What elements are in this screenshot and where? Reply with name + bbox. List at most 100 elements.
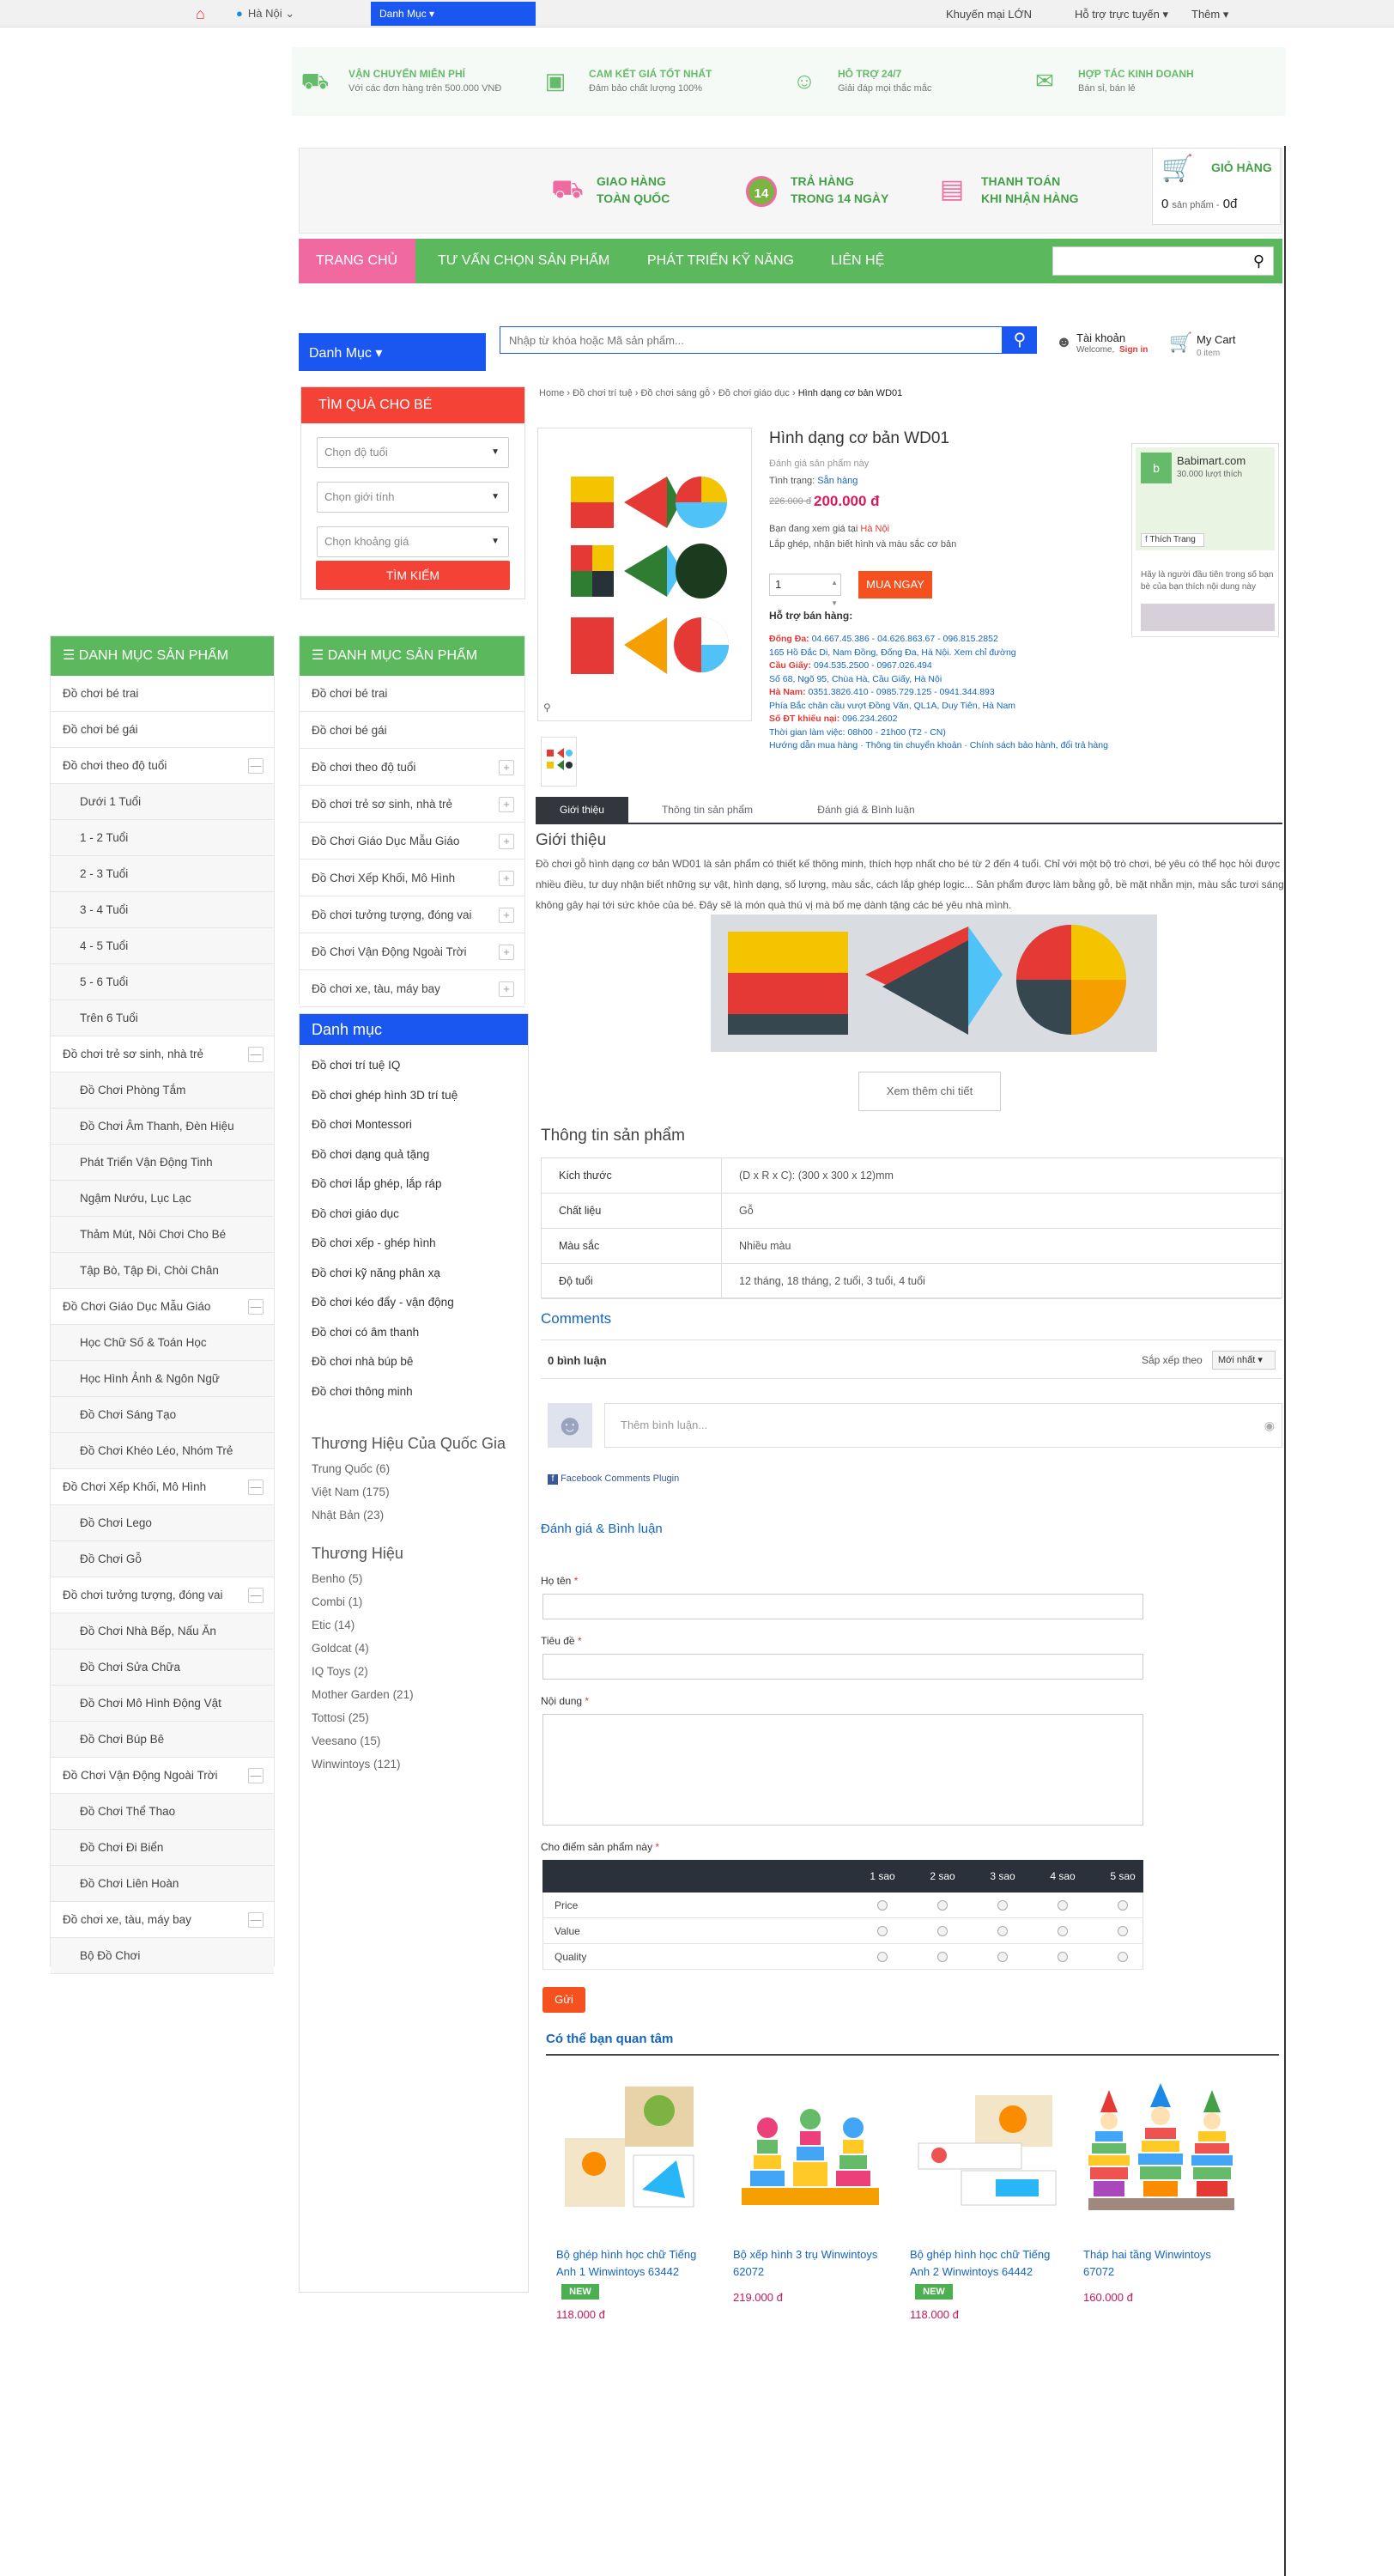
category-item[interactable]: Đồ Chơi Sáng Tạo [51,1397,274,1433]
collapse-icon[interactable]: — [248,1479,264,1495]
brand-link[interactable]: Goldcat (4) [312,1642,369,1655]
category-item[interactable]: 3 - 4 Tuổi [51,892,274,928]
location-selector[interactable]: ● Hà Nội ⌄ [236,7,294,21]
gender-select[interactable]: Chọn giới tính ▼ [317,482,509,513]
category-item[interactable]: Dưới 1 Tuổi [51,784,274,820]
country-link[interactable]: Trung Quốc (6) [312,1462,390,1475]
danh-muc-link[interactable]: Đồ chơi xếp - ghép hình [312,1236,436,1249]
age-select[interactable]: Chọn độ tuổi ▼ [317,437,509,468]
category-item[interactable]: Học Hình Ảnh & Ngôn Ngữ [51,1361,274,1397]
see-more-button[interactable]: Xem thêm chi tiết [858,1072,1001,1111]
rating-radio[interactable] [877,1900,888,1911]
category-item[interactable]: 5 - 6 Tuổi [51,964,274,1000]
expand-icon[interactable]: + [499,945,514,960]
rating-radio[interactable] [1118,1952,1128,1962]
search-gift-button[interactable]: TÌM KIẾM [316,561,510,590]
danh-muc-link[interactable]: Đồ chơi trí tuệ IQ [312,1059,400,1072]
category-item[interactable]: Đồ chơi trẻ sơ sinh, nhà trẻ + [300,787,524,823]
category-item[interactable]: Đồ Chơi Gỗ [51,1541,274,1577]
product-thumbnail[interactable] [541,737,577,787]
category-item[interactable]: Phát Triển Vận Động Tinh [51,1145,274,1181]
sort-select[interactable]: Mới nhất ▾ [1212,1351,1276,1370]
brand-link[interactable]: Mother Garden (21) [312,1688,414,1701]
related-item[interactable]: Bộ ghép hình học chữ Tiếng Anh 1 Winwint… [556,2078,711,2336]
category-item[interactable]: Đồ Chơi Vận Động Ngoài Trời + [300,934,524,970]
expand-icon[interactable]: + [499,908,514,923]
category-item[interactable]: Thảm Mút, Nôi Chơi Cho Bé [51,1217,274,1253]
more-menu[interactable]: Thêm ▾ [1191,8,1228,21]
brand-link[interactable]: Benho (5) [312,1572,362,1585]
country-link[interactable]: Việt Nam (175) [312,1485,390,1498]
category-item[interactable]: Đồ Chơi Thể Thao [51,1794,274,1830]
category-item[interactable]: Đồ chơi trẻ sơ sinh, nhà trẻ — [51,1036,274,1072]
nav-skills[interactable]: PHÁT TRIỂN KỸ NĂNG [647,239,794,283]
rating-radio[interactable] [1058,1952,1068,1962]
category-item[interactable]: 1 - 2 Tuổi [51,820,274,856]
zoom-icon[interactable]: ⚲ [543,702,551,714]
cart-widget[interactable]: 🛒 GIỎ HÀNG 0 sản phẩm - 0đ [1152,148,1281,225]
nav-advice[interactable]: TƯ VẤN CHỌN SẢN PHẨM [438,239,609,283]
search-input[interactable] [500,327,964,353]
rating-radio[interactable] [1058,1900,1068,1911]
product-main-image[interactable]: ⚲ [537,428,752,721]
quantity-stepper[interactable]: 1 ▲ ▼ [769,574,841,607]
category-item[interactable]: Ngậm Nướu, Lục Lạc [51,1181,274,1217]
category-item[interactable]: Đồ Chơi Búp Bê [51,1722,274,1758]
category-item[interactable]: Đồ chơi xe, tàu, máy bay + [300,971,524,1007]
category-item[interactable]: Đồ Chơi Nhà Bếp, Nấu Ăn [51,1613,274,1649]
danh-muc-link[interactable]: Đồ chơi nhà búp bê [312,1355,413,1368]
danh-muc-link[interactable]: Đồ chơi Montessori [312,1118,412,1131]
nav-home[interactable]: TRANG CHỦ [316,239,397,283]
nav-search-input[interactable]: ⚲ [1052,246,1274,276]
expand-icon[interactable]: + [499,797,514,812]
collapse-icon[interactable]: — [248,1912,264,1928]
category-item[interactable]: Bộ Đồ Chơi [51,1938,274,1974]
category-menu-button[interactable]: Danh Mục ▾ [299,337,486,371]
related-item[interactable]: Bộ ghép hình học chữ Tiếng Anh 2 Winwint… [910,2078,1064,2336]
rating-radio[interactable] [937,1926,948,1936]
danh-muc-link[interactable]: Đồ chơi kỹ năng phân xạ [312,1267,440,1279]
collapse-icon[interactable]: — [248,1768,264,1783]
stepper-arrows-icon[interactable]: ▲ ▼ [831,573,838,614]
country-link[interactable]: Nhật Bản (23) [312,1509,384,1522]
category-item[interactable]: Đồ Chơi Mô Hình Động Vật [51,1686,274,1722]
category-item[interactable]: 2 - 3 Tuổi [51,856,274,892]
rating-radio[interactable] [877,1952,888,1962]
category-dropdown[interactable]: Danh Mục ▾ [371,2,536,26]
category-item[interactable]: Học Chữ Số & Toán Học [51,1325,274,1361]
nav-contact[interactable]: LIÊN HỆ [831,239,884,283]
rating-radio[interactable] [997,1926,1008,1936]
danh-muc-link[interactable]: Đồ chơi có âm thanh [312,1326,419,1339]
brand-link[interactable]: Combi (1) [312,1595,362,1608]
category-item[interactable]: Đồ chơi tưởng tượng, đóng vai — [51,1577,274,1613]
rating-radio[interactable] [1118,1900,1128,1911]
name-input[interactable] [542,1594,1143,1619]
category-item[interactable]: Đồ chơi xe, tàu, máy bay — [51,1902,274,1938]
breadcrumb-item[interactable]: Đồ chơi giáo dục [718,388,790,398]
collapse-icon[interactable]: — [248,1588,264,1603]
category-item[interactable]: Đồ Chơi Khéo Léo, Nhóm Trẻ [51,1433,274,1469]
danh-muc-link[interactable]: Đồ chơi giáo dục [312,1207,399,1220]
rating-radio[interactable] [997,1900,1008,1911]
category-item[interactable]: Đồ chơi tưởng tượng, đóng vai + [300,897,524,933]
rating-radio[interactable] [877,1926,888,1936]
category-item[interactable]: Đồ Chơi Giáo Dục Mẫu Giáo — [51,1289,274,1325]
brand-link[interactable]: Etic (14) [312,1619,355,1631]
rating-radio[interactable] [937,1900,948,1911]
rating-radio[interactable] [997,1952,1008,1962]
brand-link[interactable]: Tottosi (25) [312,1711,369,1724]
category-item[interactable]: 4 - 5 Tuổi [51,928,274,964]
content-textarea[interactable] [542,1714,1143,1826]
category-item[interactable]: Đồ chơi bé gái [300,713,524,749]
support-menu[interactable]: Hỗ trợ trực tuyến ▾ [1075,8,1168,21]
my-cart-menu[interactable]: 🛒 My Cart 0 item [1169,331,1272,366]
collapse-icon[interactable]: — [248,1047,264,1062]
danh-muc-link[interactable]: Đồ chơi kéo đẩy - vận động [312,1296,454,1309]
brand-link[interactable]: IQ Toys (2) [312,1665,368,1678]
review-link[interactable]: Đánh giá sản phẩm này [769,459,869,469]
danh-muc-link[interactable]: Đồ chơi lắp ghép, lắp ráp [312,1177,441,1190]
brand-link[interactable]: Winwintoys (121) [312,1758,401,1771]
brand-link[interactable]: Veesano (15) [312,1735,380,1747]
fb-comments-plugin[interactable]: f Facebook Comments Plugin [548,1473,679,1485]
tab-reviews[interactable]: Đánh giá & Bình luận [785,797,948,823]
